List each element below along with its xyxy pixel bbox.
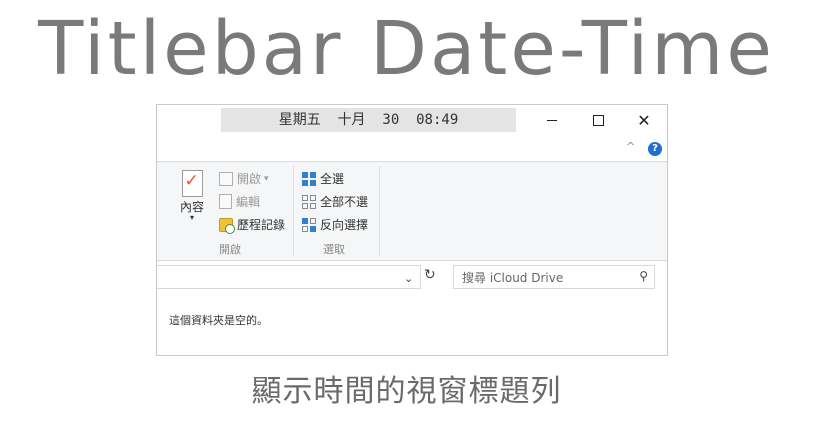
search-input[interactable]: 搜尋 iCloud Drive ⚲ bbox=[453, 265, 655, 289]
collapse-ribbon-icon[interactable]: ^ bbox=[626, 140, 635, 153]
open-label: 開啟 bbox=[237, 172, 262, 186]
minimize-icon bbox=[547, 120, 557, 121]
chevron-down-icon[interactable]: ⌄ bbox=[404, 272, 413, 285]
select-group-label: 選取 bbox=[323, 243, 345, 256]
select-none-button[interactable]: 全部不選 bbox=[302, 193, 368, 210]
properties-label: 內容 bbox=[179, 200, 204, 214]
invert-selection-icon bbox=[302, 217, 316, 232]
empty-folder-message: 這個資料夾是空的。 bbox=[169, 314, 268, 327]
refresh-icon[interactable]: ↻ bbox=[424, 267, 436, 283]
properties-icon: ✓ bbox=[181, 170, 203, 197]
help-icon[interactable]: ? bbox=[648, 142, 662, 156]
select-none-icon bbox=[302, 194, 316, 209]
group-divider bbox=[379, 166, 380, 256]
edit-label: 編輯 bbox=[236, 195, 261, 209]
address-bar[interactable]: ⌄ bbox=[157, 265, 421, 289]
ribbon-tab-strip: ^ ? bbox=[157, 136, 667, 161]
properties-button[interactable]: ✓ 內容 ▾ bbox=[177, 170, 207, 222]
chevron-down-icon: ▾ bbox=[189, 213, 194, 222]
navigation-row: ⌄ ↻ 搜尋 iCloud Drive ⚲ bbox=[157, 263, 667, 293]
edit-button[interactable]: 編輯 bbox=[219, 193, 260, 210]
history-label: 歷程記錄 bbox=[237, 218, 286, 232]
caption-text: 顯示時間的視窗標題列 bbox=[251, 374, 562, 409]
select-all-label: 全選 bbox=[320, 172, 345, 186]
title-datetime: 星期五 十月 30 08:49 bbox=[221, 108, 516, 132]
open-group-label: 開啟 bbox=[219, 243, 241, 256]
select-all-button[interactable]: 全選 bbox=[302, 170, 344, 187]
title-bar[interactable]: 星期五 十月 30 08:49 ✕ bbox=[157, 105, 667, 136]
maximize-icon bbox=[592, 115, 604, 126]
search-icon[interactable]: ⚲ bbox=[639, 269, 648, 283]
open-icon bbox=[219, 171, 233, 186]
close-icon: ✕ bbox=[637, 110, 651, 130]
invert-selection-button[interactable]: 反向選擇 bbox=[302, 216, 368, 233]
ribbon-panel: ✓ 內容 ▾ 開啟 ▾ 編輯 歷程記錄 開啟 全選 全部不選 反向選擇 選取 bbox=[157, 161, 667, 261]
search-placeholder: 搜尋 iCloud Drive bbox=[462, 271, 564, 285]
maximize-button[interactable] bbox=[575, 105, 621, 136]
headline-title: Titlebar Date-Time bbox=[38, 6, 775, 92]
invert-selection-label: 反向選擇 bbox=[320, 218, 369, 232]
group-divider bbox=[293, 166, 294, 256]
explorer-window: 星期五 十月 30 08:49 ✕ ^ ? ✓ 內容 ▾ 開啟 ▾ 編輯 歷程記… bbox=[156, 104, 668, 356]
chevron-down-icon: ▾ bbox=[264, 173, 269, 184]
select-none-label: 全部不選 bbox=[320, 195, 369, 209]
minimize-button[interactable] bbox=[529, 105, 575, 136]
history-icon bbox=[219, 217, 235, 234]
open-button[interactable]: 開啟 ▾ bbox=[219, 170, 269, 187]
edit-icon bbox=[219, 194, 232, 209]
history-button[interactable]: 歷程記錄 bbox=[219, 216, 286, 234]
close-button[interactable]: ✕ bbox=[621, 105, 667, 136]
select-all-icon bbox=[302, 171, 316, 186]
